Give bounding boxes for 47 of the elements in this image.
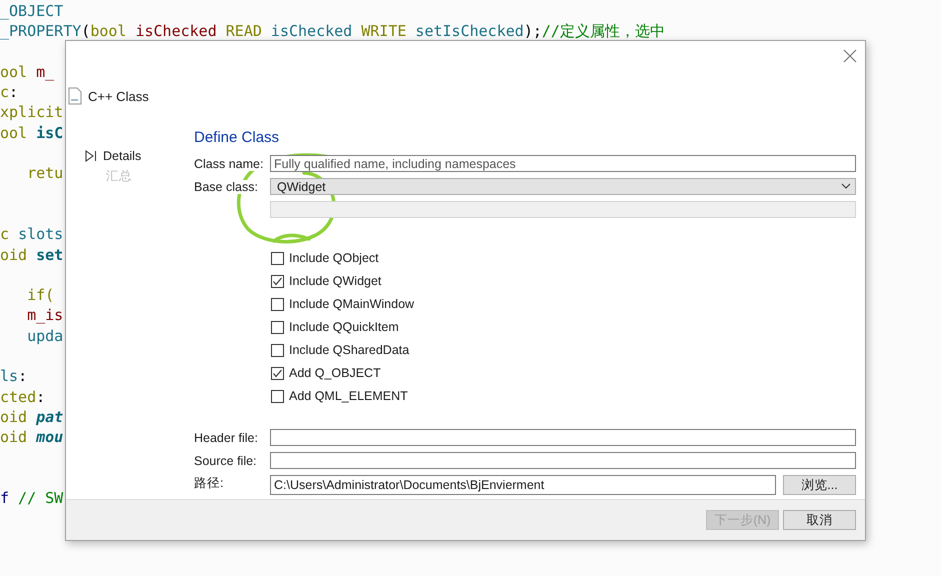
chevron-icon: [841, 183, 851, 190]
code-line: ls:: [0, 366, 28, 386]
base-class-dropdown[interactable]: QWidget: [270, 178, 856, 195]
checkbox[interactable]: [271, 320, 284, 334]
code-line: f // SW: [0, 488, 64, 508]
close-icon[interactable]: [843, 49, 857, 63]
code-line: upda: [26, 326, 64, 346]
checkbox-label: Add QML_ELEMENT: [289, 389, 408, 403]
checkbox-label: Include QObject: [289, 251, 379, 265]
header-file-field[interactable]: [270, 429, 856, 446]
file-icon: [68, 87, 82, 105]
code-line: _PROPERTY(bool isChecked READ isChecked WRITE setIsChecked);//定义属性，选中: [0, 21, 665, 42]
path-field[interactable]: C:\Users\Administrator\Documents\BjEnvierment: [270, 475, 776, 495]
checkbox[interactable]: [271, 390, 284, 402]
page-heading: Define Class: [194, 129, 280, 148]
wizard-step: 汇总: [106, 168, 132, 185]
checkbox[interactable]: [271, 366, 284, 380]
checkbox-label: Add Q_OBJECT: [289, 366, 381, 380]
code-line: m_is: [26, 305, 64, 326]
source-file-field[interactable]: [270, 452, 856, 469]
browse-button[interactable]: 浏览...: [783, 475, 856, 495]
checkbox-label: Include QMainWindow: [289, 297, 414, 311]
code-line: _OBJECT: [0, 1, 64, 21]
code-line: xplicit: [0, 102, 64, 122]
class-name-field[interactable]: Fully qualified name, including namespaces: [270, 155, 856, 172]
wizard-step: Details: [103, 148, 142, 162]
checkbox[interactable]: [271, 274, 284, 288]
checkbox-label: Include QQuickItem: [289, 320, 399, 334]
code-line: oid set: [0, 244, 64, 265]
dialog-button[interactable]: 取消: [783, 510, 856, 530]
code-line: c slots: [0, 224, 64, 244]
wizard-title: C++ Class: [88, 88, 149, 104]
field-label: Class name:: [194, 156, 270, 170]
code-line: oid pat: [0, 406, 64, 427]
code-line: ool m_: [0, 62, 54, 82]
checkbox[interactable]: [271, 298, 284, 310]
code-line: ool isC: [0, 122, 64, 143]
checkbox-label: Include QWidget: [289, 274, 382, 288]
code-line: retu: [26, 163, 64, 184]
code-line: c:: [0, 82, 18, 102]
step-marker-icon: [85, 150, 97, 162]
checkbox-label: Include QSharedData: [289, 343, 410, 357]
code-line: oid mou: [0, 427, 64, 448]
checkbox[interactable]: [271, 344, 284, 356]
code-line: if(: [26, 285, 54, 306]
checkbox[interactable]: [271, 252, 284, 264]
code-line: cted:: [0, 386, 46, 407]
